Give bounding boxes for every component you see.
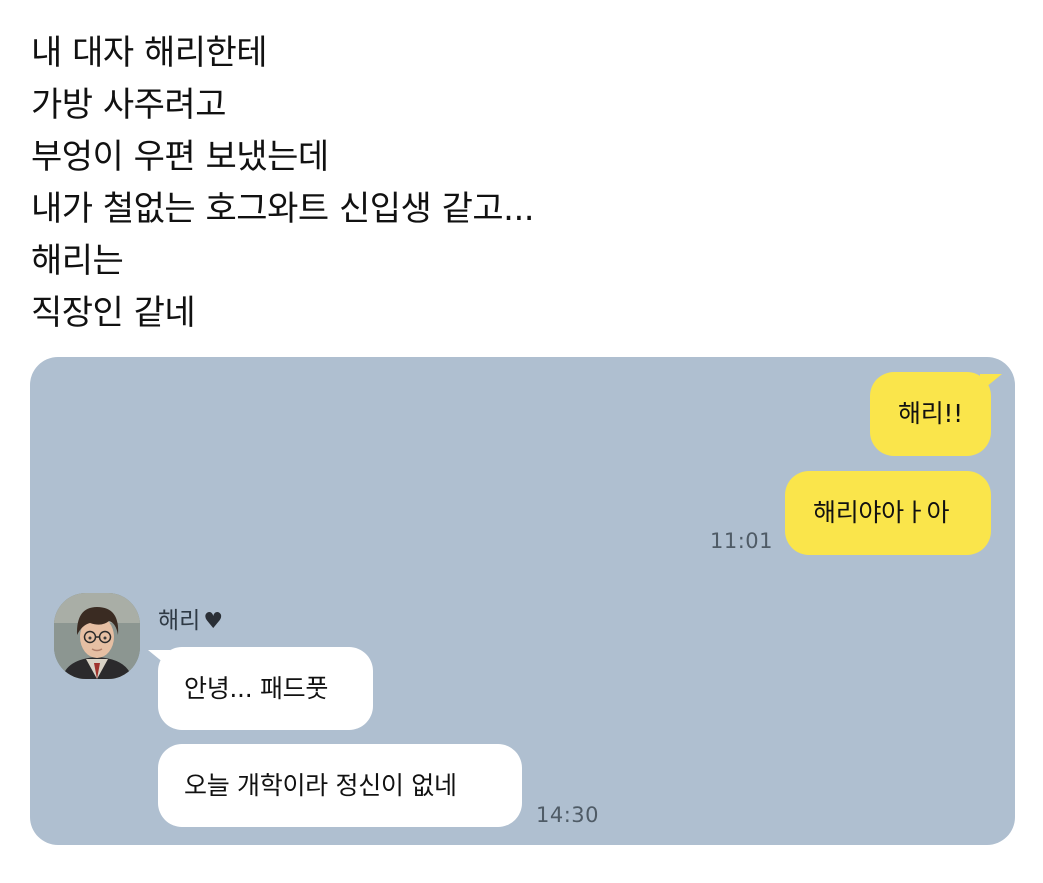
post-line: 내가 철없는 호그와트 신입생 같고... xyxy=(31,189,535,229)
post-line: 직장인 같네 xyxy=(31,293,196,333)
contact-name-label: 해리 xyxy=(158,608,201,634)
sent-message-bubble: 해리!! xyxy=(870,372,991,456)
sent-timestamp: 11:01 xyxy=(710,529,774,553)
heart-icon: ♥ xyxy=(203,609,224,634)
received-message-bubble: 오늘 개학이라 정신이 없네 xyxy=(158,744,522,827)
post-line: 가방 사주려고 xyxy=(31,85,227,125)
post-text: 내 대자 해리한테 가방 사주려고 부엉이 우편 보냈는데 내가 철없는 호그와… xyxy=(31,27,1011,339)
contact-name: 해리 ♥ xyxy=(158,601,223,635)
sent-message-bubble: 해리야아ㅏ아 xyxy=(785,471,991,555)
post-line: 부엉이 우편 보냈는데 xyxy=(31,137,329,177)
avatar[interactable] xyxy=(54,593,140,679)
received-message-bubble: 안녕... 패드풋 xyxy=(158,647,373,730)
received-timestamp: 14:30 xyxy=(536,803,600,827)
post-line: 내 대자 해리한테 xyxy=(31,33,268,73)
post-line: 해리는 xyxy=(31,241,124,281)
avatar-portrait-icon xyxy=(54,593,140,679)
chat-screenshot: 해리!! 해리야아ㅏ아 11:01 해리 ♥ 안녕... 패드풋 오늘 개학이라 … xyxy=(30,357,1015,845)
